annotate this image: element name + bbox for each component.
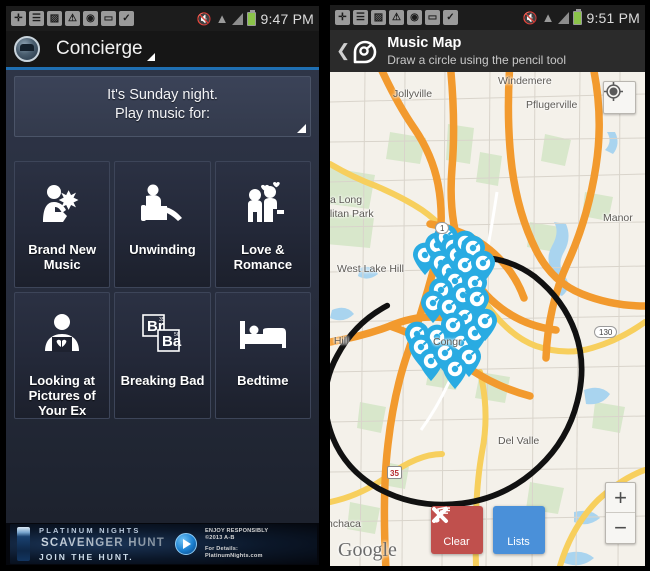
- tile-looking-at-pictures-of-your-ex[interactable]: Looking at Pictures of Your Ex: [14, 292, 111, 419]
- signal-icon: [232, 12, 244, 25]
- image-icon: ▨: [371, 10, 386, 25]
- battery-icon: [247, 9, 257, 26]
- svg-text:56: 56: [174, 332, 180, 338]
- expand-caret-icon[interactable]: [297, 124, 306, 133]
- advertisement-banner[interactable]: PLATINUM NIGHTS SCAVENGER HUNT JOIN THE …: [6, 523, 319, 565]
- battery-saver-icon: ▭: [425, 10, 440, 25]
- lists-button[interactable]: Lists: [432, 506, 545, 554]
- tile-breaking-bad[interactable]: Br 35 Ba 56 Breaking Bad: [114, 292, 211, 419]
- ad-line-3: JOIN THE HUNT.: [39, 552, 134, 562]
- music-map-pin-icon[interactable]: [351, 38, 378, 65]
- play-button-icon[interactable]: [174, 533, 197, 555]
- my-location-icon[interactable]: [603, 81, 636, 114]
- recording-icon: ◉: [407, 10, 422, 25]
- two-phone-screenshot: ✛ ☰ ▨ ⚠ ◉ ▭ ✓ 🔇 ▲ 9:47 PM Concierge It's…: [0, 0, 650, 571]
- zoom-in-button[interactable]: +: [606, 483, 635, 513]
- route-shield: 1: [435, 222, 450, 234]
- tile-love-and-romance[interactable]: Love & Romance: [214, 161, 311, 288]
- tile-bedtime[interactable]: Bedtime: [214, 292, 311, 419]
- music-map-subtitle: Draw a circle using the pencil tool: [387, 52, 567, 67]
- concierge-phone-screen: ✛ ☰ ▨ ⚠ ◉ ▭ ✓ 🔇 ▲ 9:47 PM Concierge It's…: [0, 0, 325, 571]
- clear-button-label: Clear: [443, 535, 470, 548]
- route-shield: 130: [594, 326, 618, 338]
- list-icon: ☰: [29, 11, 44, 26]
- map-action-buttons: Clear Lists: [430, 506, 545, 554]
- recliner-chair-icon: [137, 178, 187, 230]
- map-pin[interactable]: [468, 250, 498, 284]
- check-circle-icon: ✓: [119, 11, 134, 26]
- image-icon: ▨: [47, 11, 62, 26]
- back-chevron-icon[interactable]: ❮: [336, 41, 350, 61]
- left-status-bar: ✛ ☰ ▨ ⚠ ◉ ▭ ✓ 🔇 ▲ 9:47 PM: [6, 6, 319, 31]
- tile-label: Bedtime: [237, 373, 289, 388]
- right-status-system-icons: 🔇 ▲ 9:51 PM: [522, 8, 640, 26]
- tile-label: Looking at Pictures of Your Ex: [28, 373, 96, 418]
- warning-icon: ⚠: [389, 10, 404, 25]
- dropdown-caret-icon[interactable]: [146, 53, 155, 61]
- concierge-logo-icon[interactable]: [14, 36, 40, 62]
- check-circle-icon: ✓: [443, 10, 458, 25]
- route-shield: 35: [387, 466, 402, 479]
- ad-fine-4: PlatinumNights.com: [204, 553, 263, 559]
- page-title: Concierge: [56, 38, 143, 59]
- tile-unwinding[interactable]: Unwinding: [114, 161, 211, 288]
- ad-fine-print: ENJOY RESPONSIBLY ©2013 A-B For Details:…: [205, 528, 268, 561]
- tile-label: Love & Romance: [233, 242, 293, 272]
- ad-fine-2: ©2013 A-B: [204, 535, 235, 541]
- prompt-line-1: It's Sunday night.: [107, 87, 218, 103]
- plus-circle-icon: ✛: [335, 10, 350, 25]
- concierge-action-bar: Concierge: [6, 31, 319, 70]
- right-clock: 9:51 PM: [586, 9, 640, 26]
- map-canvas[interactable]: JollyvilleWindemerePflugervillea Longoli…: [330, 72, 645, 566]
- concierge-content: It's Sunday night. Play music for: Brand…: [6, 70, 319, 564]
- bud-light-bottle-icon: [17, 527, 30, 561]
- left-status-notification-icons: ✛ ☰ ▨ ⚠ ◉ ▭ ✓: [11, 11, 134, 26]
- right-status-notification-icons: ✛ ☰ ▨ ⚠ ◉ ▭ ✓: [335, 10, 458, 25]
- prompt-line-2: Play music for:: [114, 106, 211, 122]
- music-map-action-bar: ❮ Music Map Draw a circle using the penc…: [330, 30, 645, 72]
- map-pin[interactable]: [440, 356, 470, 390]
- ad-line-2: SCAVENGER HUNT: [41, 537, 165, 549]
- ad-fine-1: ENJOY RESPONSIBLY: [204, 527, 269, 534]
- recording-icon: ◉: [83, 11, 98, 26]
- bed-icon: [237, 309, 289, 361]
- new-music-person-icon: [39, 178, 85, 230]
- wifi-icon: ▲: [541, 10, 555, 25]
- battery-icon: [573, 8, 583, 25]
- tile-brand-new-music[interactable]: Brand New Music: [14, 161, 111, 288]
- warning-icon: ⚠: [65, 11, 80, 26]
- tile-label: Breaking Bad: [120, 373, 205, 388]
- mute-icon: 🔇: [196, 11, 212, 26]
- list-icon: ☰: [353, 10, 368, 25]
- breaking-bad-icon: Br 35 Ba 56: [136, 309, 188, 361]
- svg-text:35: 35: [159, 317, 165, 323]
- map-zoom-controls[interactable]: + −: [605, 482, 636, 544]
- tile-label: Unwinding: [129, 242, 196, 257]
- broken-heart-photo-icon: [39, 309, 85, 361]
- google-attribution: Google: [338, 539, 397, 561]
- left-clock: 9:47 PM: [260, 10, 314, 27]
- ad-fine-3: For Details:: [204, 545, 239, 552]
- left-status-system-icons: 🔇 ▲ 9:47 PM: [196, 9, 314, 27]
- battery-saver-icon: ▭: [101, 11, 116, 26]
- wifi-icon: ▲: [215, 11, 229, 26]
- plus-circle-icon: ✛: [11, 11, 26, 26]
- music-map-phone-screen: ✛ ☰ ▨ ⚠ ◉ ▭ ✓ 🔇 ▲ 9:51 PM ❮ Music Map Dr…: [325, 0, 650, 571]
- prompt-banner[interactable]: It's Sunday night. Play music for:: [14, 76, 311, 137]
- tile-label: Brand New Music: [28, 242, 97, 272]
- zoom-out-button[interactable]: −: [606, 513, 635, 543]
- ad-line-1: PLATINUM NIGHTS: [39, 526, 141, 535]
- music-map-title: Music Map: [387, 35, 462, 52]
- mood-tile-grid: Brand New Music Unwinding Love & Romance…: [14, 161, 311, 419]
- signal-icon: [558, 11, 570, 24]
- right-status-bar: ✛ ☰ ▨ ⚠ ◉ ▭ ✓ 🔇 ▲ 9:51 PM: [330, 5, 645, 30]
- lists-button-label: Lists: [507, 535, 530, 548]
- mute-icon: 🔇: [522, 10, 538, 25]
- couple-hearts-icon: [240, 178, 286, 230]
- map-pin[interactable]: [470, 308, 500, 342]
